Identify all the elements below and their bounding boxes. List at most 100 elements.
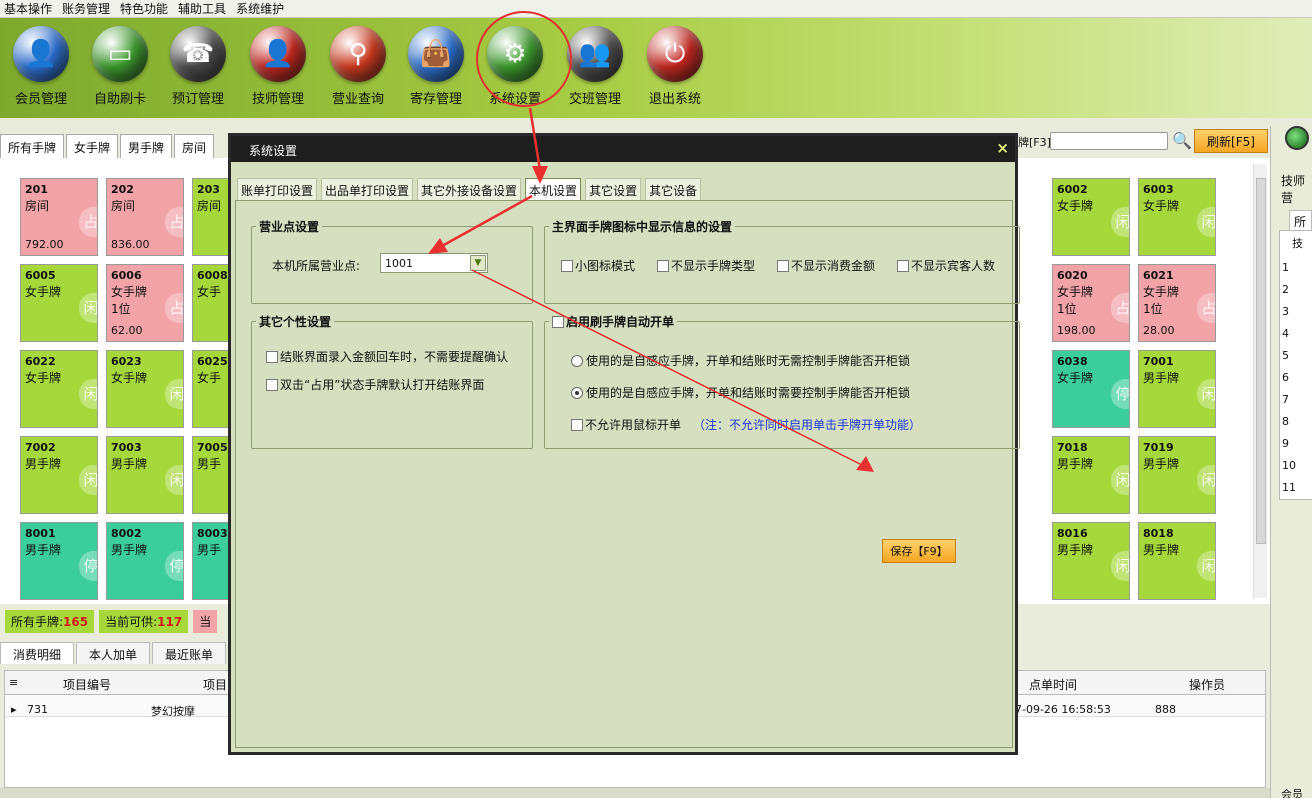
handcard[interactable]: 8016 男手牌闲 <box>1052 522 1130 600</box>
radio-selected[interactable] <box>571 387 583 399</box>
search-icon[interactable]: 🔍 <box>1172 131 1192 150</box>
refresh-button[interactable]: 刷新[F5] <box>1194 129 1268 153</box>
member-icon[interactable]: 👤 <box>13 26 69 82</box>
handcard[interactable]: 6038 女手牌停 <box>1052 350 1130 428</box>
tab-add-order[interactable]: 本人加单 <box>76 642 151 664</box>
handcard[interactable]: 6022 女手牌闲 <box>20 350 98 428</box>
handcard[interactable]: 6020 女手牌 1位 198.00 占 <box>1052 264 1130 342</box>
checkbox[interactable] <box>561 260 573 272</box>
handcard[interactable]: 7002 男手牌闲 <box>20 436 98 514</box>
option-hide-type[interactable]: 不显示手牌类型 <box>657 257 755 274</box>
option-small-icon[interactable]: 小图标模式 <box>561 257 635 274</box>
handcard[interactable]: 6005 女手牌闲 <box>20 264 98 342</box>
tab-bill-print[interactable]: 账单打印设置 <box>237 178 318 202</box>
phone-icon[interactable]: ☎ <box>170 26 226 82</box>
tab-recent-bills[interactable]: 最近账单 <box>152 642 227 664</box>
checkbox[interactable] <box>657 260 669 272</box>
tab-other-devices[interactable]: 其它设备 <box>645 178 702 202</box>
handcard[interactable]: 6021 女手牌 1位 28.00 占 <box>1138 264 1216 342</box>
panel-bottom-label: 会员 <box>1281 788 1303 798</box>
toolbar-button-5[interactable]: 👜 寄存管理 <box>398 26 474 107</box>
checkbox[interactable] <box>266 351 278 363</box>
option-hide-guests[interactable]: 不显示宾客人数 <box>897 257 995 274</box>
power-icon[interactable]: ⏻ <box>647 26 703 82</box>
tab-external-devices[interactable]: 其它外接设备设置 <box>417 178 522 202</box>
list-item[interactable]: 6 <box>1282 371 1289 384</box>
list-item[interactable]: 9 <box>1282 437 1289 450</box>
handcard[interactable]: 201 房间 792.00 占 <box>20 178 98 256</box>
option-hide-amount[interactable]: 不显示消费金额 <box>777 257 875 274</box>
list-item[interactable]: 4 <box>1282 327 1289 340</box>
handcard[interactable]: 7003 男手牌闲 <box>106 436 184 514</box>
radio[interactable] <box>571 355 583 367</box>
toolbar-button-0[interactable]: 👤 会员管理 <box>3 26 79 107</box>
tab-rooms[interactable]: 房间 <box>174 134 215 158</box>
menu-maintenance[interactable]: 系统维护 <box>236 0 284 17</box>
close-icon[interactable]: × <box>996 139 1009 157</box>
list-item[interactable]: 8 <box>1282 415 1289 428</box>
toolbar-button-3[interactable]: 👤 技师管理 <box>240 26 316 107</box>
checkbox[interactable] <box>266 379 278 391</box>
handcard[interactable]: 7019 男手牌闲 <box>1138 436 1216 514</box>
handcard[interactable]: 7001 男手牌闲 <box>1138 350 1216 428</box>
option-hide-guests-label: 不显示宾客人数 <box>911 259 996 273</box>
handcard[interactable]: 8018 男手牌闲 <box>1138 522 1216 600</box>
menu-basic[interactable]: 基本操作 <box>4 0 52 17</box>
handcard-number: 7001 <box>1143 355 1174 368</box>
bag-icon[interactable]: 👜 <box>408 26 464 82</box>
list-item[interactable]: 1 <box>1282 261 1289 274</box>
checkbox[interactable] <box>552 316 564 328</box>
toolbar-button-1[interactable]: ▭ 自助刷卡 <box>82 26 158 107</box>
business-point-select[interactable]: 1001 ▼ <box>380 253 488 273</box>
toolbar-button-2[interactable]: ☎ 预订管理 <box>160 26 236 107</box>
list-item[interactable]: 3 <box>1282 305 1289 318</box>
cell-operator: 888 <box>1155 703 1176 716</box>
handcard[interactable]: 8001 男手牌停 <box>20 522 98 600</box>
option-no-mouse-open[interactable]: 不允许用鼠标开单 <box>571 416 681 433</box>
tab-all-cards[interactable]: 所有手牌 <box>0 134 65 158</box>
radio-no-lock-control[interactable]: 使用的是自感应手牌，开单和结账时无需控制手牌能否开柜锁 <box>571 352 910 369</box>
menu-features[interactable]: 特色功能 <box>120 0 168 17</box>
checkbox[interactable] <box>897 260 909 272</box>
shift-icon-glyph: 👥 <box>578 39 612 69</box>
scrollbar-thumb[interactable] <box>1256 178 1266 544</box>
list-item[interactable]: 10 <box>1282 459 1296 472</box>
toolbar-button-8[interactable]: ⏻ 退出系统 <box>637 26 713 107</box>
tab-local-settings[interactable]: 本机设置 <box>525 178 582 202</box>
technician-icon[interactable]: 👤 <box>250 26 306 82</box>
tab-consumption[interactable]: 消费明细 <box>0 642 75 664</box>
chevron-down-icon[interactable]: ▼ <box>470 255 486 271</box>
list-item[interactable]: 7 <box>1282 393 1289 406</box>
tab-other-settings[interactable]: 其它设置 <box>585 178 642 202</box>
tab-female-cards[interactable]: 女手牌 <box>66 134 119 158</box>
handcard[interactable]: 6002 女手牌闲 <box>1052 178 1130 256</box>
list-item[interactable]: 2 <box>1282 283 1289 296</box>
save-button[interactable]: 保存【F9】 <box>882 539 956 563</box>
group-auto-open-title[interactable]: 启用刷手牌自动开单 <box>549 313 678 330</box>
shift-icon[interactable]: 👥 <box>567 26 623 82</box>
menu-tools[interactable]: 辅助工具 <box>178 0 226 17</box>
checkbox[interactable] <box>777 260 789 272</box>
handcard[interactable]: 7018 男手牌闲 <box>1052 436 1130 514</box>
option-no-confirm[interactable]: 结账界面录入金额回车时，不需要提醒确认 <box>266 348 508 365</box>
search-input[interactable] <box>1050 132 1168 150</box>
list-item[interactable]: 5 <box>1282 349 1289 362</box>
radio-lock-control[interactable]: 使用的是自感应手牌，开单和结账时需要控制手牌能否开柜锁 <box>571 384 910 401</box>
menu-accounts[interactable]: 账务管理 <box>62 0 110 17</box>
handcard[interactable]: 6006 女手牌 1位 62.00 占 <box>106 264 184 342</box>
option-dblclick-open[interactable]: 双击“占用”状态手牌默认打开结账界面 <box>266 376 484 393</box>
card-icon[interactable]: ▭ <box>92 26 148 82</box>
bag-icon-glyph: 👜 <box>419 39 453 69</box>
toolbar-button-4[interactable]: ⚲ 营业查询 <box>320 26 396 107</box>
handcard[interactable]: 202 房间 836.00 占 <box>106 178 184 256</box>
handcard[interactable]: 6023 女手牌闲 <box>106 350 184 428</box>
dialog-tabs: 账单打印设置 出品单打印设置 其它外接设备设置 本机设置 其它设置 其它设备 <box>237 178 705 202</box>
tab-male-cards[interactable]: 男手牌 <box>120 134 173 158</box>
checkbox[interactable] <box>571 419 583 431</box>
grid-scrollbar[interactable] <box>1253 164 1267 598</box>
handcard[interactable]: 8002 男手牌停 <box>106 522 184 600</box>
tab-product-print[interactable]: 出品单打印设置 <box>321 178 414 202</box>
list-item[interactable]: 11 <box>1282 481 1296 494</box>
handcard[interactable]: 6003 女手牌闲 <box>1138 178 1216 256</box>
magnifier-icon[interactable]: ⚲ <box>330 26 386 82</box>
